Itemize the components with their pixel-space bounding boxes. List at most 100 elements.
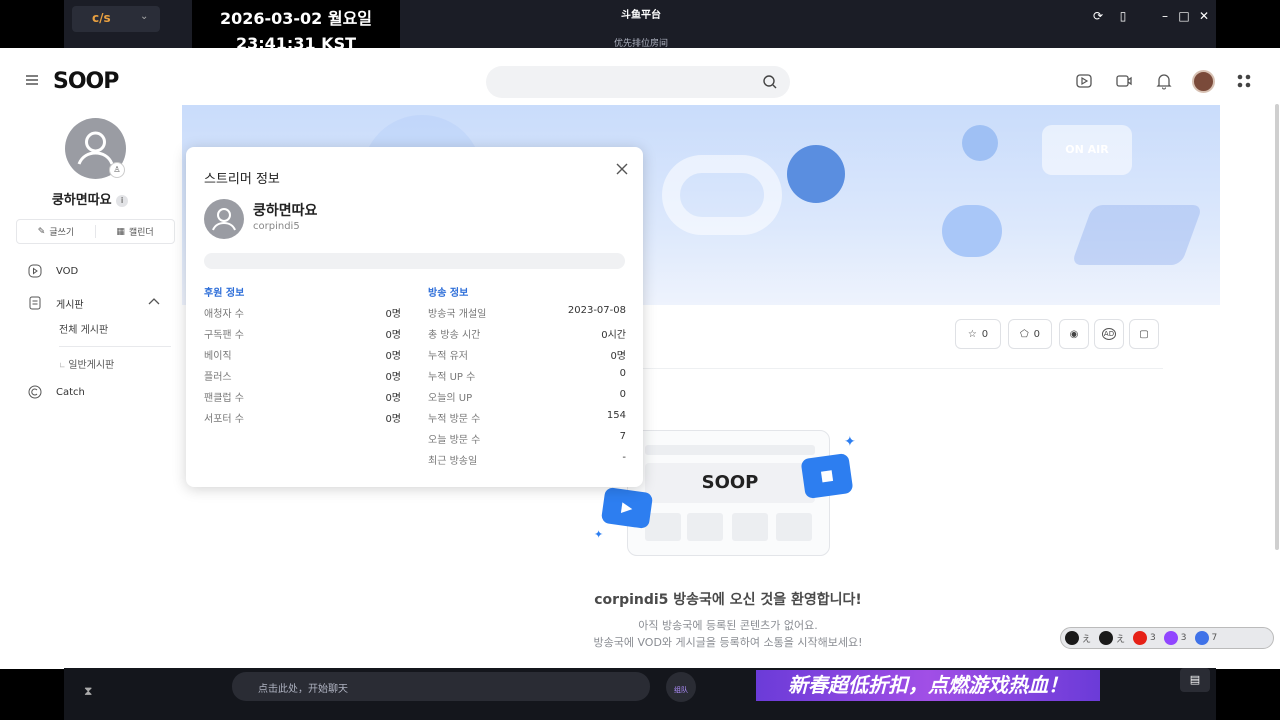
user-avatar[interactable] [1192, 70, 1215, 93]
sparkle-icon: ✦ [594, 528, 604, 541]
list-item: 오늘 방문 수 7 [428, 431, 626, 447]
info-icon[interactable]: i [116, 194, 129, 207]
row-label: 팬클럽 수 [204, 393, 244, 404]
person-icon [212, 208, 236, 231]
platform-badge: え [1065, 631, 1091, 645]
list-item: 애청자 수 0명 [204, 305, 401, 321]
close-icon[interactable] [614, 161, 630, 177]
sidebar-item-vod[interactable]: VOD [28, 261, 168, 281]
z-icon [1099, 631, 1114, 645]
phone-icon[interactable]: ▯ [1115, 8, 1131, 24]
note-button[interactable]: ▢ [1129, 319, 1159, 349]
welcome-line-1: 아직 방송국에 등록된 콘텐츠가 없어요. [638, 619, 818, 632]
list-item: 팬클럽 수 0명 [204, 389, 401, 405]
list-item: 구독팬 수 0명 [204, 326, 401, 342]
soop-icon [1065, 631, 1079, 645]
row-label: 구독팬 수 [204, 330, 244, 341]
apps-grid-icon[interactable] [1235, 72, 1253, 90]
promo-banner[interactable]: 新春超低折扣，点燃游戏热血！ [756, 670, 1100, 701]
welcome-title: corpindi5 방송국에 오신 것을 환영합니다! [594, 592, 862, 608]
sidebar-item-board[interactable]: 게시판 [28, 293, 168, 313]
broadcast-icon[interactable] [1115, 72, 1133, 90]
welcome-illustration: SOOP [627, 430, 830, 556]
hamburger-menu-icon[interactable] [24, 72, 40, 88]
catch-icon [28, 385, 42, 399]
team-button[interactable]: 组队 [666, 672, 696, 702]
logo-text: SOOP [53, 68, 119, 94]
search-icon[interactable] [762, 74, 778, 90]
platform-count: え [1082, 634, 1092, 645]
list-item: 누적 UP 수 0 [428, 368, 626, 384]
row-value: 0 [619, 368, 626, 379]
board-general-link[interactable]: ∟ 일반게시판 [59, 356, 114, 371]
row-value: 154 [606, 410, 626, 421]
placeholder-tile [687, 513, 723, 541]
popup-name: 쿵하면따요 [253, 203, 318, 219]
bell-icon[interactable] [1155, 72, 1173, 90]
row-label: 총 방송 시간 [428, 330, 481, 341]
banner-headphone-icon [787, 145, 845, 203]
chat-input[interactable]: 点击此处，开始聊天 [232, 672, 650, 701]
placeholder-tile [645, 513, 681, 541]
ad-button[interactable]: AD [1094, 319, 1124, 349]
row-label: 애청자 수 [204, 309, 244, 320]
maximize-icon[interactable]: □ [1176, 8, 1192, 24]
chat-icon[interactable]: ▤ [1180, 668, 1210, 692]
play-icon: ▶ [600, 486, 654, 530]
sidebar-item-catch[interactable]: Catch [28, 382, 168, 402]
board-all-link[interactable]: 전체 게시판 [59, 321, 108, 336]
row-label: 누적 방문 수 [428, 414, 481, 425]
on-air-badge: ON AIR [1042, 125, 1132, 175]
platform-count: 7 [1211, 633, 1218, 643]
minimize-icon[interactable]: – [1157, 8, 1173, 24]
avatar-settings-icon[interactable]: ♙ [109, 162, 125, 178]
row-label: 방송국 개설일 [428, 309, 487, 320]
board-icon [29, 296, 41, 310]
play-icon [28, 264, 42, 278]
subscribe-button[interactable]: ⬠ 0 [1008, 319, 1052, 349]
upload-video-icon[interactable] [1075, 72, 1093, 90]
scrollbar[interactable] [1275, 104, 1279, 550]
support-list: 애청자 수 0명 구독팬 수 0명 베이직 0명 플러스 0명 팬클럽 수 0명 서포터 … [204, 305, 401, 431]
list-item: 누적 유저 0명 [428, 347, 626, 363]
row-value: 0명 [385, 309, 401, 320]
row-label: 서포터 수 [204, 414, 244, 425]
placeholder-tile [776, 513, 812, 541]
refresh-icon[interactable]: ⟳ [1090, 8, 1106, 24]
clock-date: 2026-03-02 월요일 [219, 9, 373, 28]
twitch-icon [1163, 631, 1178, 645]
placeholder-tile [732, 513, 768, 541]
streamer-name-text: 쿵하면따요 [51, 193, 112, 208]
banner-screen-shape [1071, 205, 1203, 265]
row-value: 0명 [385, 372, 401, 383]
row-value: 0 [619, 389, 626, 400]
youtube-icon [1133, 631, 1148, 645]
chevron-down-icon[interactable]: ⌄ [140, 11, 148, 22]
pencil-icon: ✎ [37, 226, 46, 237]
we-icon [1194, 631, 1209, 645]
broadcast-list: 방송국 개설일 2023-07-08 총 방송 시간 0시간 누적 유저 0명 누적 … [428, 305, 626, 473]
popup-id: corpindi5 [253, 221, 300, 232]
star-icon: ☆ [967, 328, 977, 340]
list-item: 최근 방송일 - [428, 452, 626, 468]
favorite-button[interactable]: ☆ 0 [955, 319, 1001, 349]
divider [59, 346, 171, 347]
calendar-icon: ▦ [116, 226, 125, 237]
chevron-up-icon[interactable] [148, 297, 160, 307]
camera-icon: ■ [800, 452, 854, 500]
row-label: 누적 유저 [428, 351, 468, 362]
search-input[interactable] [486, 66, 790, 98]
row-label: 플러스 [204, 372, 232, 383]
calendar-button[interactable]: ▦ 캘린더 [96, 220, 174, 243]
write-button[interactable]: ✎ 글쓰기 [17, 220, 95, 243]
outer-sub-label: 优先排位房间 [613, 39, 668, 49]
row-label: 오늘의 UP [428, 393, 473, 404]
pin-button[interactable]: ◉ [1059, 319, 1089, 349]
placeholder-bar [645, 445, 815, 455]
row-label: 베이직 [204, 351, 232, 362]
list-item: 방송국 개설일 2023-07-08 [428, 305, 626, 321]
close-window-icon[interactable]: ✕ [1196, 8, 1212, 24]
list-item: 누적 방문 수 154 [428, 410, 626, 426]
soop-logo[interactable]: SOOP [53, 68, 119, 94]
row-label: 최근 방송일 [428, 456, 478, 467]
